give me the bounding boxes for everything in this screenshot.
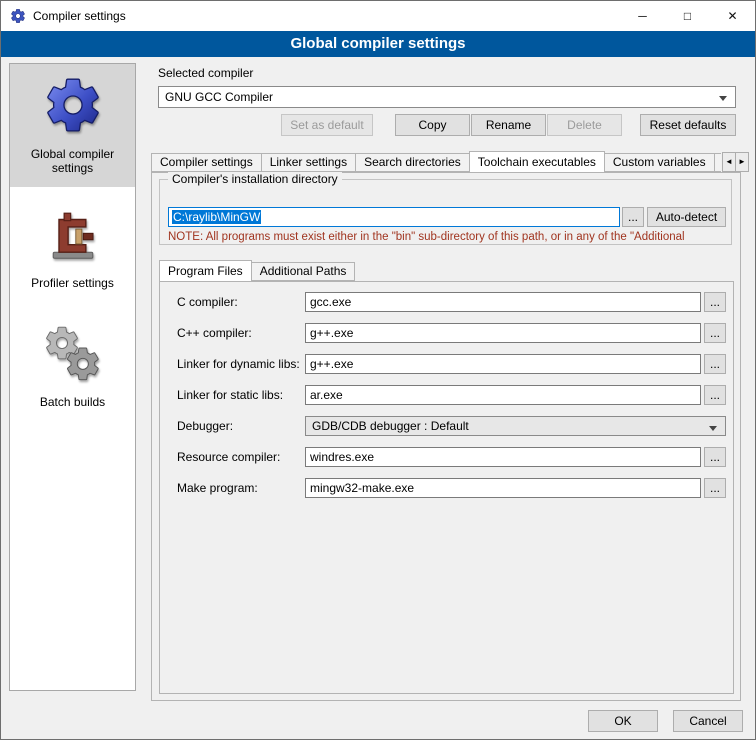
program-files-panel: C compiler: ... C++ compiler: ... Linker… xyxy=(159,281,734,694)
ok-button[interactable]: OK xyxy=(588,710,658,732)
minimize-button[interactable]: ─ xyxy=(620,1,665,31)
sidebar-item-label: Profiler settings xyxy=(31,276,114,290)
c-compiler-label: C compiler: xyxy=(177,292,238,312)
rename-button[interactable]: Rename xyxy=(471,114,546,136)
c-compiler-browse-button[interactable]: ... xyxy=(704,292,726,312)
debugger-select[interactable]: GDB/CDB debugger : Default xyxy=(305,416,726,436)
installation-directory-groupbox: Compiler's installation directory C:\ray… xyxy=(159,179,732,245)
tab-custom-variables[interactable]: Custom variables xyxy=(604,153,715,172)
toolchain-executables-panel: Compiler's installation directory C:\ray… xyxy=(151,172,741,701)
make-program-browse-button[interactable]: ... xyxy=(704,478,726,498)
titlebar: Compiler settings ─ □ ✕ xyxy=(1,1,755,31)
tab-scroll-left-icon[interactable]: ◄ xyxy=(722,152,736,172)
minimize-icon: ─ xyxy=(638,9,647,23)
blue-gear-icon xyxy=(42,74,104,139)
sidebar-item-label: Global compiler settings xyxy=(12,147,133,175)
reset-defaults-button[interactable]: Reset defaults xyxy=(640,114,736,136)
compiler-select-value: GNU GCC Compiler xyxy=(165,90,273,104)
linker-static-input[interactable] xyxy=(305,385,701,405)
linker-static-label: Linker for static libs: xyxy=(177,385,283,405)
sidebar-item-global-compiler-settings[interactable]: Global compiler settings xyxy=(10,64,135,187)
sidebar-item-profiler-settings[interactable]: Profiler settings xyxy=(10,199,135,302)
dialog-body: Global compiler settings Profiler settin… xyxy=(1,57,755,739)
window-controls: ─ □ ✕ xyxy=(620,1,755,31)
set-as-default-button: Set as default xyxy=(281,114,373,136)
gray-gears-icon xyxy=(43,324,103,387)
sidebar-item-label: Batch builds xyxy=(40,395,105,409)
sidebar-item-batch-builds[interactable]: Batch builds xyxy=(10,314,135,421)
settings-tabstrip: Compiler settings Linker settings Search… xyxy=(151,150,721,173)
tab-search-directories[interactable]: Search directories xyxy=(355,153,470,172)
tab-additional-paths[interactable]: Additional Paths xyxy=(251,262,356,281)
close-icon: ✕ xyxy=(727,9,737,23)
tab-program-files[interactable]: Program Files xyxy=(159,260,252,282)
auto-detect-button[interactable]: Auto-detect xyxy=(647,207,726,227)
bin-subdirectory-note: NOTE: All programs must exist either in … xyxy=(168,231,685,243)
copy-button[interactable]: Copy xyxy=(395,114,470,136)
cpp-compiler-browse-button[interactable]: ... xyxy=(704,323,726,343)
cancel-button[interactable]: Cancel xyxy=(673,710,743,732)
make-program-input[interactable] xyxy=(305,478,701,498)
close-button[interactable]: ✕ xyxy=(710,1,755,31)
linker-dynamic-label: Linker for dynamic libs: xyxy=(177,354,300,374)
cpp-compiler-input[interactable] xyxy=(305,323,701,343)
compiler-select[interactable]: GNU GCC Compiler xyxy=(158,86,736,108)
delete-button: Delete xyxy=(547,114,622,136)
compiler-settings-dialog: Compiler settings ─ □ ✕ Global compiler … xyxy=(0,0,756,740)
installation-directory-legend: Compiler's installation directory xyxy=(168,172,342,186)
debugger-select-value: GDB/CDB debugger : Default xyxy=(312,419,469,433)
resource-compiler-input[interactable] xyxy=(305,447,701,467)
resource-compiler-browse-button[interactable]: ... xyxy=(704,447,726,467)
tab-scroll-right-icon[interactable]: ► xyxy=(735,152,749,172)
installation-directory-browse-button[interactable]: ... xyxy=(622,207,644,227)
profiler-tool-icon xyxy=(45,209,101,268)
selected-compiler-label: Selected compiler xyxy=(158,66,253,80)
cpp-compiler-label: C++ compiler: xyxy=(177,323,252,343)
installation-directory-input[interactable]: C:\raylib\MinGW xyxy=(168,207,620,227)
linker-dynamic-browse-button[interactable]: ... xyxy=(704,354,726,374)
maximize-button[interactable]: □ xyxy=(665,1,710,31)
maximize-icon: □ xyxy=(684,9,691,23)
tab-linker-settings[interactable]: Linker settings xyxy=(261,153,356,172)
linker-dynamic-input[interactable] xyxy=(305,354,701,374)
debugger-label: Debugger: xyxy=(177,416,233,436)
window-title: Compiler settings xyxy=(33,9,126,23)
installation-directory-value: C:\raylib\MinGW xyxy=(172,210,261,224)
tab-scroll-arrows: ◄ ► xyxy=(722,152,749,172)
tab-compiler-settings[interactable]: Compiler settings xyxy=(151,153,262,172)
program-files-tabstrip: Program Files Additional Paths xyxy=(159,259,719,282)
c-compiler-input[interactable] xyxy=(305,292,701,312)
settings-category-sidebar: Global compiler settings Profiler settin… xyxy=(9,63,136,691)
linker-static-browse-button[interactable]: ... xyxy=(704,385,726,405)
tab-build-options-clipped[interactable]: Builc xyxy=(714,153,721,172)
make-program-label: Make program: xyxy=(177,478,258,498)
resource-compiler-label: Resource compiler: xyxy=(177,447,280,467)
tab-toolchain-executables[interactable]: Toolchain executables xyxy=(469,151,605,173)
app-icon xyxy=(10,8,26,24)
dialog-banner-title: Global compiler settings xyxy=(1,31,755,57)
